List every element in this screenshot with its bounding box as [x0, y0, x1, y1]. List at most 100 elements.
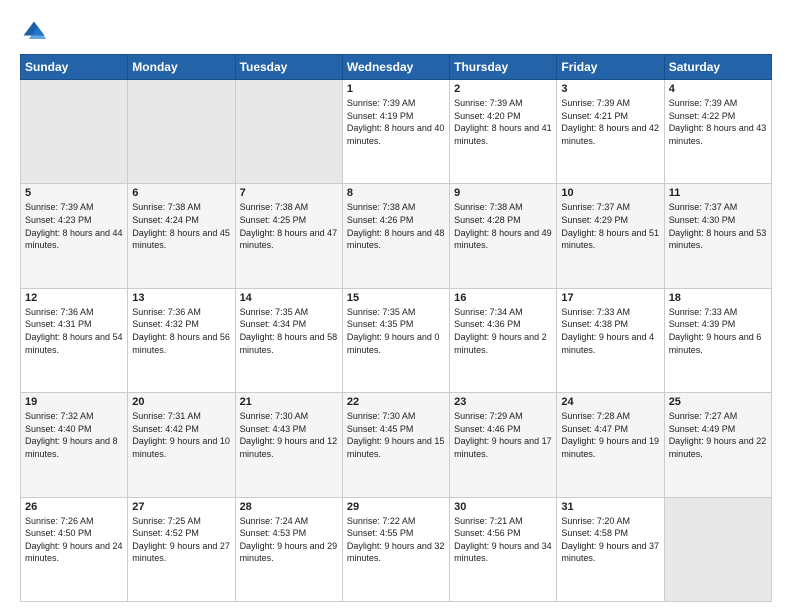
calendar-cell: 9Sunrise: 7:38 AM Sunset: 4:28 PM Daylig… [450, 184, 557, 288]
cell-info: Sunrise: 7:27 AM Sunset: 4:49 PM Dayligh… [669, 410, 767, 460]
day-number: 13 [132, 292, 230, 304]
calendar-cell: 29 Sunrise: 7:22 AM Sunset: 4:55 PM Dayli… [342, 497, 449, 601]
calendar-cell: 5 Sunrise: 7:39 AM Sunset: 4:23 PM Daylig… [21, 184, 128, 288]
cell-info: Sunrise: 7:36 AM Sunset: 4:32 PM Dayligh… [132, 306, 230, 356]
day-number: 31 [561, 501, 659, 513]
day-number: 8 [347, 187, 445, 199]
cell-info: Sunrise: 7:34 AM Sunset: 4:36 PM Dayligh… [454, 306, 552, 356]
day-number: 20 [132, 396, 230, 408]
cell-info: Sunrise: 7:32 AM Sunset: 4:40 PM Dayligh… [25, 410, 123, 460]
cell-info: Sunrise: 7:21 AM Sunset: 4:56 PM Dayligh… [454, 515, 552, 565]
day-number: 25 [669, 396, 767, 408]
logo-icon [20, 18, 48, 46]
calendar-week-row: 1 Sunrise: 7:39 AM Sunset: 4:19 PM Daylig… [21, 80, 772, 184]
calendar-week-row: 5 Sunrise: 7:39 AM Sunset: 4:23 PM Daylig… [21, 184, 772, 288]
day-number: 17 [561, 292, 659, 304]
calendar-cell: 24 Sunrise: 7:28 AM Sunset: 4:47 PM Dayli… [557, 393, 664, 497]
calendar-cell: 8 Sunrise: 7:38 AM Sunset: 4:26 PM Daylig… [342, 184, 449, 288]
calendar-table: SundayMondayTuesdayWednesdayThursdayFrid… [20, 54, 772, 602]
cell-info: Sunrise: 7:38 AM Sunset: 4:28 PM Dayligh… [454, 201, 552, 251]
cell-info: Sunrise: 7:38 AM Sunset: 4:26 PM Dayligh… [347, 201, 445, 251]
calendar-cell: 6 Sunrise: 7:38 AM Sunset: 4:24 PM Daylig… [128, 184, 235, 288]
cell-info: Sunrise: 7:39 AM Sunset: 4:20 PM Dayligh… [454, 97, 552, 147]
cell-info: Sunrise: 7:33 AM Sunset: 4:38 PM Dayligh… [561, 306, 659, 356]
day-number: 23 [454, 396, 552, 408]
header [20, 18, 772, 46]
day-number: 1 [347, 83, 445, 95]
calendar-cell: 11 Sunrise: 7:37 AM Sunset: 4:30 PM Dayli… [664, 184, 771, 288]
calendar-cell: 3Sunrise: 7:39 AM Sunset: 4:21 PM Daylig… [557, 80, 664, 184]
day-number: 29 [347, 501, 445, 513]
cell-info: Sunrise: 7:25 AM Sunset: 4:52 PM Dayligh… [132, 515, 230, 565]
calendar-cell: 25 Sunrise: 7:27 AM Sunset: 4:49 PM Dayli… [664, 393, 771, 497]
cell-info: Sunrise: 7:28 AM Sunset: 4:47 PM Dayligh… [561, 410, 659, 460]
day-number: 5 [25, 187, 123, 199]
calendar-cell: 12Sunrise: 7:36 AM Sunset: 4:31 PM Dayli… [21, 288, 128, 392]
weekday-header-tuesday: Tuesday [235, 55, 342, 80]
cell-info: Sunrise: 7:37 AM Sunset: 4:29 PM Dayligh… [561, 201, 659, 251]
cell-info: Sunrise: 7:20 AM Sunset: 4:58 PM Dayligh… [561, 515, 659, 565]
calendar-cell: 20 Sunrise: 7:31 AM Sunset: 4:42 PM Dayli… [128, 393, 235, 497]
weekday-header-thursday: Thursday [450, 55, 557, 80]
calendar-week-row: 12Sunrise: 7:36 AM Sunset: 4:31 PM Dayli… [21, 288, 772, 392]
calendar-cell: 21Sunrise: 7:30 AM Sunset: 4:43 PM Dayli… [235, 393, 342, 497]
day-number: 7 [240, 187, 338, 199]
calendar-cell: 1 Sunrise: 7:39 AM Sunset: 4:19 PM Daylig… [342, 80, 449, 184]
weekday-header-sunday: Sunday [21, 55, 128, 80]
cell-info: Sunrise: 7:39 AM Sunset: 4:23 PM Dayligh… [25, 201, 123, 251]
day-number: 27 [132, 501, 230, 513]
day-number: 21 [240, 396, 338, 408]
cell-info: Sunrise: 7:29 AM Sunset: 4:46 PM Dayligh… [454, 410, 552, 460]
day-number: 6 [132, 187, 230, 199]
cell-info: Sunrise: 7:31 AM Sunset: 4:42 PM Dayligh… [132, 410, 230, 460]
calendar-cell: 15 Sunrise: 7:35 AM Sunset: 4:35 PM Dayli… [342, 288, 449, 392]
calendar-cell: 14Sunrise: 7:35 AM Sunset: 4:34 PM Dayli… [235, 288, 342, 392]
calendar-cell: 23 Sunrise: 7:29 AM Sunset: 4:46 PM Dayli… [450, 393, 557, 497]
day-number: 4 [669, 83, 767, 95]
calendar-cell [664, 497, 771, 601]
calendar-cell: 31 Sunrise: 7:20 AM Sunset: 4:58 PM Dayli… [557, 497, 664, 601]
weekday-header-wednesday: Wednesday [342, 55, 449, 80]
cell-info: Sunrise: 7:39 AM Sunset: 4:22 PM Dayligh… [669, 97, 767, 147]
day-number: 11 [669, 187, 767, 199]
calendar-cell: 13 Sunrise: 7:36 AM Sunset: 4:32 PM Dayli… [128, 288, 235, 392]
calendar-cell: 28Sunrise: 7:24 AM Sunset: 4:53 PM Dayli… [235, 497, 342, 601]
calendar-cell: 19 Sunrise: 7:32 AM Sunset: 4:40 PM Dayli… [21, 393, 128, 497]
cell-info: Sunrise: 7:33 AM Sunset: 4:39 PM Dayligh… [669, 306, 767, 356]
cell-info: Sunrise: 7:37 AM Sunset: 4:30 PM Dayligh… [669, 201, 767, 251]
weekday-header-row: SundayMondayTuesdayWednesdayThursdayFrid… [21, 55, 772, 80]
day-number: 26 [25, 501, 123, 513]
page: SundayMondayTuesdayWednesdayThursdayFrid… [0, 0, 792, 612]
calendar-cell: 2Sunrise: 7:39 AM Sunset: 4:20 PM Daylig… [450, 80, 557, 184]
day-number: 16 [454, 292, 552, 304]
cell-info: Sunrise: 7:38 AM Sunset: 4:24 PM Dayligh… [132, 201, 230, 251]
calendar-cell: 26 Sunrise: 7:26 AM Sunset: 4:50 PM Dayli… [21, 497, 128, 601]
calendar-week-row: 19 Sunrise: 7:32 AM Sunset: 4:40 PM Dayli… [21, 393, 772, 497]
day-number: 18 [669, 292, 767, 304]
calendar-cell: 27 Sunrise: 7:25 AM Sunset: 4:52 PM Dayli… [128, 497, 235, 601]
weekday-header-monday: Monday [128, 55, 235, 80]
day-number: 14 [240, 292, 338, 304]
weekday-header-saturday: Saturday [664, 55, 771, 80]
cell-info: Sunrise: 7:36 AM Sunset: 4:31 PM Dayligh… [25, 306, 123, 356]
calendar-cell: 7Sunrise: 7:38 AM Sunset: 4:25 PM Daylig… [235, 184, 342, 288]
calendar-week-row: 26 Sunrise: 7:26 AM Sunset: 4:50 PM Dayli… [21, 497, 772, 601]
day-number: 24 [561, 396, 659, 408]
cell-info: Sunrise: 7:26 AM Sunset: 4:50 PM Dayligh… [25, 515, 123, 565]
day-number: 10 [561, 187, 659, 199]
calendar-cell: 17 Sunrise: 7:33 AM Sunset: 4:38 PM Dayli… [557, 288, 664, 392]
day-number: 30 [454, 501, 552, 513]
cell-info: Sunrise: 7:39 AM Sunset: 4:21 PM Dayligh… [561, 97, 659, 147]
weekday-header-friday: Friday [557, 55, 664, 80]
calendar-cell [128, 80, 235, 184]
calendar-cell: 16 Sunrise: 7:34 AM Sunset: 4:36 PM Dayli… [450, 288, 557, 392]
day-number: 15 [347, 292, 445, 304]
day-number: 19 [25, 396, 123, 408]
cell-info: Sunrise: 7:30 AM Sunset: 4:45 PM Dayligh… [347, 410, 445, 460]
cell-info: Sunrise: 7:39 AM Sunset: 4:19 PM Dayligh… [347, 97, 445, 147]
calendar-cell: 30 Sunrise: 7:21 AM Sunset: 4:56 PM Dayli… [450, 497, 557, 601]
calendar-cell [21, 80, 128, 184]
cell-info: Sunrise: 7:35 AM Sunset: 4:35 PM Dayligh… [347, 306, 445, 356]
calendar-cell: 22Sunrise: 7:30 AM Sunset: 4:45 PM Dayli… [342, 393, 449, 497]
cell-info: Sunrise: 7:22 AM Sunset: 4:55 PM Dayligh… [347, 515, 445, 565]
